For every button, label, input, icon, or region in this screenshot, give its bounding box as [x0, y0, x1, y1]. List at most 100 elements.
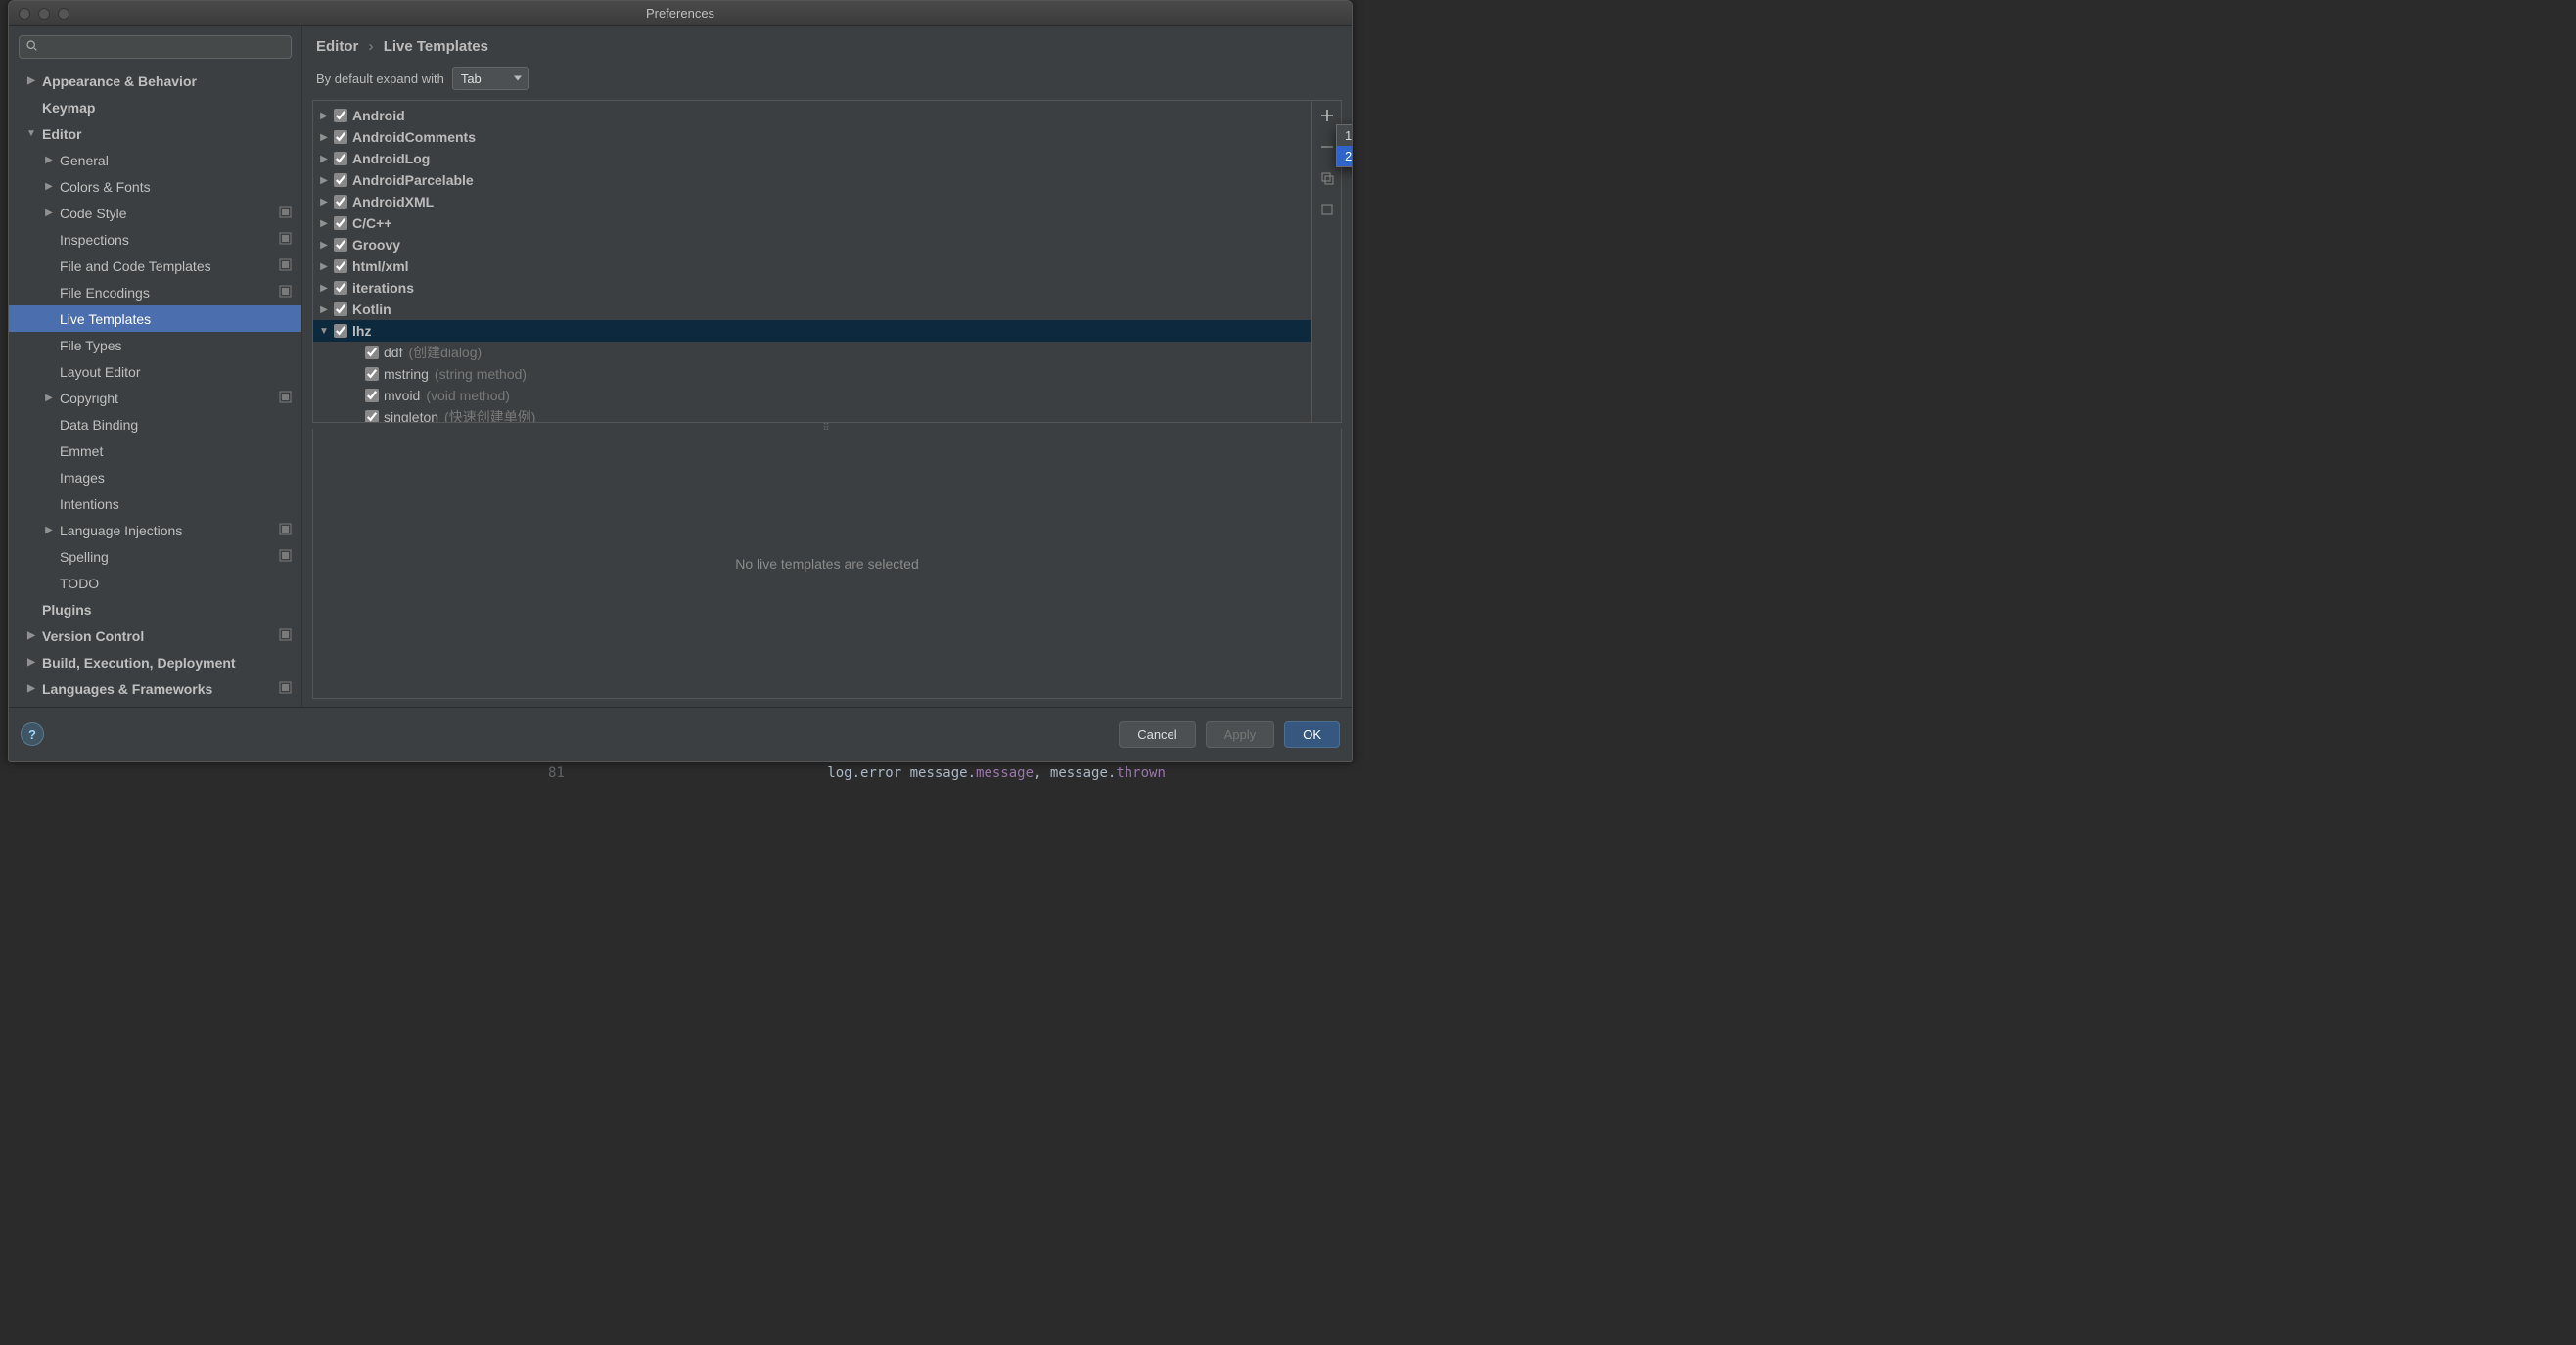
template-checkbox[interactable] [365, 410, 379, 422]
sidebar-item[interactable]: File Types [9, 332, 301, 358]
template-row[interactable]: mstring(string method) [313, 363, 1311, 385]
sidebar-item-label: Editor [42, 126, 276, 142]
chevron-right-icon: ▶ [319, 304, 329, 315]
group-checkbox[interactable] [334, 302, 347, 316]
group-checkbox[interactable] [334, 152, 347, 165]
sidebar-item-label: File Encodings [60, 285, 276, 301]
template-group-row[interactable]: ▶Android [313, 105, 1311, 126]
template-desc: (创建dialog) [408, 343, 482, 362]
breadcrumb-leaf: Live Templates [384, 38, 488, 55]
sidebar-item[interactable]: Images [9, 464, 301, 490]
sidebar-item[interactable]: Layout Editor [9, 358, 301, 385]
template-desc: (快速创建单例) [444, 407, 535, 422]
breadcrumb-root[interactable]: Editor [316, 38, 358, 55]
group-checkbox[interactable] [334, 281, 347, 295]
project-overlay-icon [276, 681, 294, 697]
sidebar-item[interactable]: ▶Version Control [9, 623, 301, 649]
sidebar-item[interactable]: Live Templates [9, 305, 301, 332]
search-box[interactable] [19, 35, 292, 59]
group-checkbox[interactable] [334, 216, 347, 230]
template-checkbox[interactable] [365, 389, 379, 402]
group-label: Kotlin [352, 301, 391, 317]
sidebar-item[interactable]: Emmet [9, 438, 301, 464]
sidebar-item-label: Inspections [60, 232, 276, 248]
chevron-right-icon: ▶ [26, 630, 36, 641]
sidebar-item[interactable]: Data Binding [9, 411, 301, 438]
template-label: mstring [384, 366, 429, 382]
group-checkbox[interactable] [334, 259, 347, 273]
template-group-row[interactable]: ▶Groovy [313, 234, 1311, 255]
sidebar-item[interactable]: ▶General [9, 147, 301, 173]
sidebar-item[interactable]: Intentions [9, 490, 301, 517]
apply-button[interactable]: Apply [1206, 721, 1275, 748]
template-group-row[interactable]: ▶ Kotlin [313, 299, 1311, 320]
template-group-row[interactable]: ▶AndroidLog [313, 148, 1311, 169]
sidebar-item[interactable]: ▶Languages & Frameworks [9, 675, 301, 702]
remove-button[interactable] [1316, 136, 1338, 158]
sidebar-item[interactable]: Inspections [9, 226, 301, 253]
sidebar-item-label: TODO [60, 576, 276, 591]
code-text: log.error message. [827, 765, 976, 781]
template-row[interactable]: ddf(创建dialog) [313, 342, 1311, 363]
help-button[interactable]: ? [21, 722, 44, 746]
template-group-row[interactable]: ▼lhz [313, 320, 1311, 342]
template-group-row[interactable]: ▶AndroidComments [313, 126, 1311, 148]
sidebar-item[interactable]: Keymap [9, 94, 301, 120]
sidebar-item-label: Intentions [60, 496, 276, 512]
sidebar-item[interactable]: ▼Editor [9, 120, 301, 147]
group-checkbox[interactable] [334, 195, 347, 209]
template-row[interactable]: singleton(快速创建单例) [313, 406, 1311, 422]
copy-button[interactable] [1316, 167, 1338, 189]
popup-item-template-group[interactable]: 2. Template Group... [1337, 146, 1353, 166]
group-checkbox[interactable] [334, 109, 347, 122]
template-group-row[interactable]: ▶C/C++ [313, 212, 1311, 234]
template-group-row[interactable]: ▶iterations [313, 277, 1311, 299]
chevron-right-icon: ▶ [319, 111, 329, 121]
template-label: mvoid [384, 388, 420, 403]
sidebar-item-label: Code Style [60, 206, 276, 221]
sidebar: ▶Appearance & BehaviorKeymap▼Editor▶Gene… [9, 26, 302, 707]
sidebar-item-label: Layout Editor [60, 364, 276, 380]
sidebar-item-label: File and Code Templates [60, 258, 276, 274]
ok-button[interactable]: OK [1284, 721, 1340, 748]
group-checkbox[interactable] [334, 238, 347, 252]
expand-with-select[interactable]: Tab [452, 67, 529, 90]
search-input[interactable] [42, 40, 285, 55]
template-checkbox[interactable] [365, 346, 379, 359]
template-row[interactable]: mvoid(void method) [313, 385, 1311, 406]
sidebar-item[interactable]: File Encodings [9, 279, 301, 305]
restore-button[interactable] [1316, 199, 1338, 220]
chevron-right-icon: ▶ [26, 657, 36, 668]
sidebar-item[interactable]: TODO [9, 570, 301, 596]
cancel-button[interactable]: Cancel [1119, 721, 1195, 748]
template-tree[interactable]: ▶Android▶AndroidComments▶AndroidLog▶Andr… [313, 101, 1311, 422]
template-group-row[interactable]: ▶html/xml [313, 255, 1311, 277]
template-group-row[interactable]: ▶AndroidXML [313, 191, 1311, 212]
add-button[interactable] [1316, 105, 1338, 126]
dialog-footer: ? Cancel Apply OK [9, 707, 1352, 761]
template-group-row[interactable]: ▶AndroidParcelable [313, 169, 1311, 191]
settings-tree[interactable]: ▶Appearance & BehaviorKeymap▼Editor▶Gene… [9, 64, 301, 707]
project-overlay-icon [276, 232, 294, 248]
chevron-right-icon: ▶ [44, 155, 54, 165]
sidebar-item[interactable]: Plugins [9, 596, 301, 623]
sidebar-item[interactable]: Spelling [9, 543, 301, 570]
sidebar-item[interactable]: ▶Language Injections [9, 517, 301, 543]
sidebar-item[interactable]: ▶Colors & Fonts [9, 173, 301, 200]
sidebar-item[interactable]: ▶Code Style [9, 200, 301, 226]
sidebar-item[interactable]: ▶Build, Execution, Deployment [9, 649, 301, 675]
template-checkbox[interactable] [365, 367, 379, 381]
sidebar-item[interactable]: ▶Appearance & Behavior [9, 68, 301, 94]
sidebar-item[interactable]: ▶Copyright [9, 385, 301, 411]
project-overlay-icon [276, 285, 294, 301]
group-checkbox[interactable] [334, 324, 347, 338]
template-tree-panel: ▶Android▶AndroidComments▶AndroidLog▶Andr… [312, 100, 1342, 423]
sidebar-item[interactable]: File and Code Templates [9, 253, 301, 279]
project-overlay-icon [276, 628, 294, 644]
group-label: Groovy [352, 237, 400, 253]
chevron-right-icon: ▶ [44, 181, 54, 192]
group-checkbox[interactable] [334, 173, 347, 187]
group-checkbox[interactable] [334, 130, 347, 144]
sidebar-item-label: Images [60, 470, 276, 486]
popup-item-live-template[interactable]: 1. Live Template [1337, 125, 1353, 146]
